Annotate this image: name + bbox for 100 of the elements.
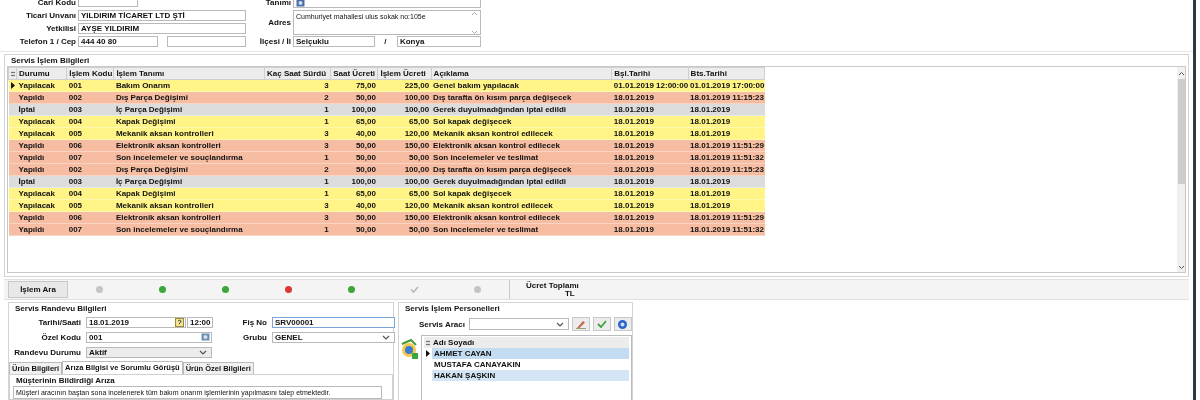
table-cell: 1 [264,187,331,200]
dropdown-value: GENEL [275,331,303,343]
tool-dropdown[interactable] [468,318,569,330]
status-dropdown[interactable]: Aktif [86,346,212,358]
column-header[interactable]: Bşl.Tarihi [611,67,689,80]
column-header[interactable]: Saat Ücreti [330,67,378,80]
table-cell: 65,00 [330,187,378,200]
table-cell: Elektronik aksan kontrolleri [113,211,265,224]
table-cell: 150,00 [377,139,432,152]
group-title: Servis İşlem Bilgileri [10,55,91,65]
dropdown-value: Aktif [89,346,107,358]
caret-icon [199,349,207,355]
table-cell: 18.01.2019 11:15:23 [688,91,765,104]
scrollbar[interactable] [1177,67,1185,272]
input-field[interactable]: Konya [396,36,481,47]
input-field[interactable]: AYŞE YILDIRIM [78,23,246,34]
group-title: Servis İşlem Personelleri [404,303,501,313]
table-cell: 3 [264,199,331,212]
status-dot-icon[interactable] [474,286,481,293]
help-icon [618,319,628,329]
confirm-button[interactable] [592,317,611,331]
table-cell: Yapıldı [16,151,67,164]
table-cell: 18.01.2019 [688,175,765,188]
help-button[interactable] [613,317,632,331]
column-header[interactable]: Açıklama [431,67,612,80]
column-header[interactable]: İşlem Kodu [66,67,114,80]
table-cell: Kapak Değişimi [113,115,265,128]
table-cell: 18.01.2019 [611,163,689,176]
status-dot-icon[interactable] [222,286,229,293]
table-cell: 50,00 [330,139,378,152]
field-label: Özel Kodu [40,332,81,342]
status-dot-icon[interactable] [159,286,166,293]
field-label: Yetkilisi [45,24,76,33]
status-dot-icon[interactable] [96,286,103,293]
list-item[interactable]: HAKAN ŞAŞKIN [432,370,629,381]
column-header[interactable]: Adı Soyadı [433,338,475,347]
check-icon[interactable] [410,286,419,293]
edit-button[interactable] [571,317,590,331]
table-cell: 18.01.2019 [611,175,689,188]
field-label: Grubu [242,332,267,342]
table-cell: 18.01.2019 [611,199,689,212]
column-header[interactable]: Bts.Tarihi [688,67,765,80]
input-field[interactable]: Selçuklu [293,36,376,47]
field-label: Adres [267,17,291,27]
total-label: Ücret Toplamı [526,281,579,290]
caret-icon [382,334,390,340]
column-header[interactable]: İşlem Tanımı [113,67,265,80]
table-cell: İptal [16,103,67,116]
table-cell: 100,00 [330,103,378,116]
name-field[interactable] [293,0,481,8]
table-cell: 100,00 [377,91,432,104]
table-cell: 1 [264,115,331,128]
field-label: Ticari Unvanı [24,11,76,20]
table-cell: 007 [66,223,114,236]
table-cell: 100,00 [377,175,432,188]
date-field[interactable]: 18.01.2019 [86,316,186,328]
group-dropdown[interactable]: GENEL [272,331,395,343]
status-dot-icon[interactable] [348,286,355,293]
column-header[interactable]: Kaç Saat Sürdü [264,67,331,80]
table-cell: Elektronik aksan kontrol edilecek [431,139,612,152]
table-cell: Bakım Onarım [113,79,265,92]
table-cell: Yapıldı [16,91,67,104]
mobile-field[interactable] [166,36,246,47]
table-cell: Yapıldı [16,211,67,224]
table-cell: Mekanik aksan kontrolleri [113,127,265,140]
separator-text: / [384,37,388,46]
table-cell: 007 [66,151,114,164]
group-title: Müşterinin Bildirdiği Arıza [15,375,116,385]
table-cell: 75,00 [330,79,378,92]
table-cell: Gerek duyulmadığından iptal edildi [431,175,612,188]
table-cell: 006 [66,139,114,152]
code-field[interactable] [78,0,138,7]
table-cell: 65,00 [377,115,432,128]
table-cell: 005 [66,199,114,212]
table-cell: Son incelemeler ve souçlandırma [113,151,265,164]
list-item[interactable]: MUSTAFA CANAYAKIN [432,359,629,370]
table-cell: 3 [264,127,331,140]
lookup-icon [201,333,210,341]
input-field[interactable]: SRV00001 [272,316,395,328]
table-cell: Mekanik aksan kontrolleri [113,199,265,212]
table-cell: Yapılacak [16,79,67,92]
table-cell: Son incelemeler ve souçlandırma [113,223,265,236]
table-cell: 002 [66,163,114,176]
table-cell: Genel bakım yapılacak [431,79,612,92]
group-title: Servis Randevu Bilgileri [14,303,108,313]
search-button[interactable]: İşlem Ara [8,281,68,298]
scroll-thumb[interactable] [1177,79,1185,184]
table-cell: 18.01.2019 [611,127,689,140]
status-dot-icon[interactable] [285,286,292,293]
input-field[interactable]: YILDIRIM TİCARET LTD ŞTİ [78,10,246,21]
list-item[interactable]: AHMET CAYAN [432,348,629,359]
time-field[interactable]: 12:00 [187,316,213,328]
table-cell: 120,00 [377,199,432,212]
input-field[interactable]: 444 40 80 [78,36,158,47]
column-header[interactable]: İşlem Ücreti [377,67,432,80]
input-field[interactable]: 001 [86,331,212,343]
column-header[interactable]: Durumu [16,67,67,80]
table-cell: 120,00 [377,127,432,140]
table-cell: 1 [264,175,331,188]
table-cell: Kapak Değişimi [113,187,265,200]
